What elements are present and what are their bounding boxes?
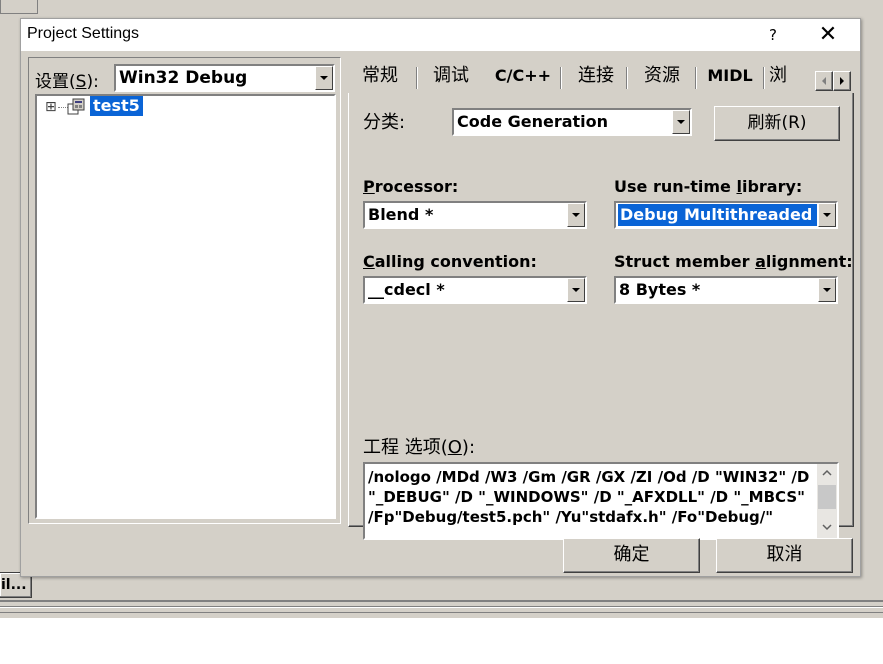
tab-page-cpp: 分类: Code Generation 刷新(R) Processor: Ble…	[348, 93, 854, 540]
project-icon	[67, 98, 85, 116]
close-icon: ✕	[818, 22, 838, 47]
category-label: 分类:	[363, 112, 406, 133]
struct-alignment-value: 8 Bytes *	[619, 280, 701, 299]
processor-combo[interactable]: Blend *	[363, 201, 587, 229]
dialog-titlebar: Project Settings ? ✕	[21, 19, 860, 51]
tab-link[interactable]: 连接	[566, 61, 626, 91]
ide-divider-bottom	[0, 612, 883, 613]
processor-value: Blend *	[368, 205, 434, 224]
ide-top-fragment	[0, 0, 38, 14]
chevron-down-icon[interactable]	[818, 278, 836, 302]
tab-debug[interactable]: 调试	[422, 61, 480, 91]
tab-separator	[626, 67, 628, 89]
scroll-down-icon[interactable]	[817, 518, 837, 536]
tab-separator	[763, 67, 765, 89]
tab-separator	[695, 67, 697, 89]
options-scrollbar[interactable]	[817, 464, 837, 538]
scroll-up-icon[interactable]	[817, 464, 837, 482]
help-button[interactable]: ?	[761, 21, 785, 49]
chevron-down-icon[interactable]	[567, 203, 585, 227]
chevron-right-icon	[840, 77, 844, 85]
chevron-left-icon	[822, 77, 826, 85]
tab-scroll-left-button[interactable]	[815, 71, 833, 91]
calling-convention-combo[interactable]: __cdecl *	[363, 276, 587, 304]
ide-status-line	[0, 600, 883, 602]
ok-button[interactable]: 确定	[563, 538, 700, 573]
project-settings-dialog: Project Settings ? ✕ 设置(S): Win32 Debug …	[20, 18, 861, 577]
tab-resources[interactable]: 资源	[632, 61, 692, 91]
ide-bottom-area	[0, 618, 883, 664]
settings-combo[interactable]: Win32 Debug	[114, 64, 335, 92]
close-button[interactable]: ✕	[811, 21, 845, 49]
chevron-down-icon[interactable]	[315, 66, 333, 90]
tab-separator	[416, 67, 418, 89]
struct-alignment-combo[interactable]: 8 Bytes *	[614, 276, 838, 304]
tab-general[interactable]: 常规	[355, 61, 405, 91]
runtime-library-label: Use run-time library:	[614, 177, 803, 196]
chevron-down-icon[interactable]	[672, 110, 690, 134]
project-options-textbox[interactable]: /nologo /MDd /W3 /Gm /GR /GX /ZI /Od /D …	[363, 462, 839, 540]
dialog-title: Project Settings	[27, 25, 140, 42]
tree-item-test5[interactable]: test5	[90, 96, 143, 116]
expand-icon[interactable]: ⊞	[45, 99, 57, 115]
calling-convention-value: __cdecl *	[368, 280, 445, 299]
tab-scroll-right-button[interactable]	[833, 71, 851, 91]
project-options-label: 工程 选项(O):	[363, 437, 476, 458]
category-value: Code Generation	[457, 112, 609, 131]
ide-divider	[0, 606, 883, 608]
tab-midl[interactable]: MIDL	[701, 61, 759, 91]
cancel-button[interactable]: 取消	[716, 538, 853, 573]
tab-separator	[560, 67, 562, 89]
chevron-down-icon[interactable]	[567, 278, 585, 302]
tab-browse[interactable]: 浏	[769, 61, 791, 91]
scroll-thumb[interactable]	[818, 485, 836, 509]
tab-bar: 常规 调试 C/C++ 连接 资源 MIDL 浏	[347, 61, 859, 93]
runtime-library-value: Debug Multithreaded DLL	[617, 203, 818, 227]
category-combo[interactable]: Code Generation	[452, 108, 692, 136]
struct-alignment-label: Struct member alignment:	[614, 252, 853, 271]
runtime-library-combo[interactable]: Debug Multithreaded DLL	[614, 201, 838, 229]
chevron-down-icon[interactable]	[818, 203, 836, 227]
calling-convention-label: Calling convention:	[363, 252, 537, 271]
left-panel: 设置(S): Win32 Debug ⊞ test5	[28, 57, 341, 524]
project-options-text: /nologo /MDd /W3 /Gm /GR /GX /ZI /Od /D …	[368, 468, 810, 526]
refresh-button[interactable]: 刷新(R)	[714, 106, 840, 141]
settings-value: Win32 Debug	[119, 68, 248, 88]
project-tree[interactable]: ⊞ test5	[35, 94, 336, 519]
settings-label: 设置(S):	[35, 72, 99, 92]
tab-cpp[interactable]: C/C++	[487, 61, 559, 91]
processor-label: Processor:	[363, 177, 459, 196]
